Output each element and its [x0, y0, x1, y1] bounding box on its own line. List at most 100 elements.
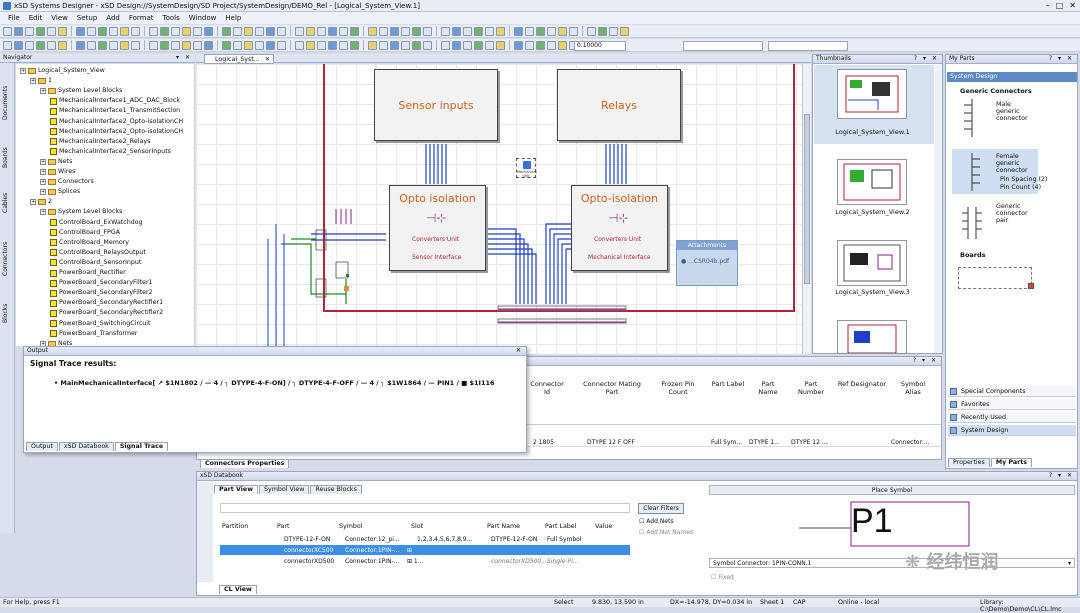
schematic-canvas[interactable]: Sensor inputs Relays Opto isolation ⊣⊹ C…: [196, 64, 802, 354]
tree-item[interactable]: PowerBoard_SecondaryRectifier2: [50, 308, 163, 318]
toolbar-button-icon[interactable]: [558, 26, 567, 36]
maximize-icon[interactable]: □: [1056, 1, 1064, 10]
thumbnail-3[interactable]: [837, 240, 907, 286]
expand-icon[interactable]: +: [30, 199, 36, 206]
tree-item[interactable]: +2: [30, 197, 52, 207]
tree-item[interactable]: + Nets: [40, 339, 72, 346]
tab-xsd-databook[interactable]: xSD Databook: [58, 442, 114, 451]
toolbar-button-icon[interactable]: [547, 26, 556, 36]
toolbar-button-icon[interactable]: [109, 40, 118, 50]
toolbar-button-icon[interactable]: [558, 40, 567, 50]
toolbar-button-icon[interactable]: [401, 26, 410, 36]
col-connector-mating-part[interactable]: Connector Mating Part: [577, 380, 647, 396]
toolbar-button-icon[interactable]: [463, 26, 472, 36]
thumbnail-1[interactable]: [837, 69, 907, 119]
toolbar-button-icon[interactable]: [339, 26, 348, 36]
menu-setup[interactable]: Setup: [77, 14, 97, 22]
databook-row-2-selected[interactable]: [220, 545, 630, 555]
thumbnail-3-label[interactable]: Logical_System_View.3: [808, 288, 937, 296]
menu-help[interactable]: Help: [225, 14, 241, 22]
signal-trace-text[interactable]: MainMechanicalInterface[ ↗ $1N1802 / — 4…: [60, 379, 494, 387]
toolbar-button-icon[interactable]: [547, 40, 556, 50]
toolbar-button-icon[interactable]: [368, 26, 377, 36]
toolbar-button-icon[interactable]: [76, 40, 85, 50]
toolbar-button-icon[interactable]: [328, 40, 337, 50]
tree-item[interactable]: ControlBoard_RelaysOutput: [50, 248, 146, 258]
place-symbol-button[interactable]: Place Symbol: [709, 485, 1075, 495]
expand-icon[interactable]: +: [40, 158, 46, 165]
tree-item[interactable]: MechanicalInterface1_TransmitSection: [50, 106, 180, 116]
tab-output[interactable]: Output: [26, 442, 58, 451]
font-select[interactable]: [683, 41, 763, 51]
tab-cl-view[interactable]: CL View: [219, 585, 257, 594]
toolbar-button-icon[interactable]: [87, 40, 96, 50]
tree-item[interactable]: ControlBoard_FPGA: [50, 228, 120, 238]
block-opto-isolation-1[interactable]: Opto isolation ⊣⊹ Converters Unit Sensor…: [389, 185, 486, 271]
toolbar-button-icon[interactable]: [36, 40, 45, 50]
mechanical-unit-symbol[interactable]: Mechanical Unit: [516, 158, 537, 178]
minimize-icon[interactable]: –: [1046, 1, 1050, 10]
col-db-part-name[interactable]: Part Name: [487, 523, 520, 530]
board-part-preview[interactable]: [958, 267, 1034, 289]
toolbar-button-icon[interactable]: [620, 26, 629, 36]
cell-symbol-alias[interactable]: Connector:...: [891, 439, 930, 446]
col-slot[interactable]: Slot: [411, 523, 423, 530]
toolbar-button-icon[interactable]: [171, 26, 180, 36]
tab-logical-system[interactable]: Logical_Syst... ✕: [204, 54, 274, 64]
toolbar-button-icon[interactable]: [423, 26, 432, 36]
thumbnail-2-label[interactable]: Logical_System_View.2: [808, 208, 937, 216]
part-connector-pair[interactable]: Generic connector pair: [996, 203, 1036, 224]
cell-part-label[interactable]: Full Sym...: [711, 439, 742, 446]
toolbar-button-icon[interactable]: [233, 26, 242, 36]
toolbar-button-icon[interactable]: [233, 40, 242, 50]
output-close-icon[interactable]: ✕: [516, 347, 523, 355]
tree-item[interactable]: ControlBoard_SensorInput: [50, 258, 141, 268]
toolbar-button-icon[interactable]: [390, 26, 399, 36]
toolbar-button-icon[interactable]: [485, 40, 494, 50]
menu-file[interactable]: File: [8, 14, 20, 22]
tree-item[interactable]: PowerBoard_SecondaryFilter2: [50, 288, 153, 298]
thumbnail-2[interactable]: [837, 159, 907, 205]
tree-item[interactable]: PowerBoard_SecondaryRectifier1: [50, 298, 163, 308]
group-generic-connectors[interactable]: Generic Connectors: [960, 87, 1032, 95]
tree-item[interactable]: + Wires: [40, 167, 75, 177]
tree-item[interactable]: ControlBoard_Memory: [50, 238, 129, 248]
tab-properties[interactable]: Properties: [948, 458, 990, 467]
toolbar-button-icon[interactable]: [525, 40, 534, 50]
toolbar-button-icon[interactable]: [25, 40, 34, 50]
toolbar-button-icon[interactable]: [390, 40, 399, 50]
toolbar-button-icon[interactable]: [306, 40, 315, 50]
col-part-name[interactable]: Part Name: [751, 380, 785, 396]
toolbar-button-icon[interactable]: [222, 40, 231, 50]
toolbar-button-icon[interactable]: [339, 40, 348, 50]
toolbar-button-icon[interactable]: [379, 26, 388, 36]
toolbar-button-icon[interactable]: [131, 40, 140, 50]
toolbar-button-icon[interactable]: [412, 40, 421, 50]
tree-item[interactable]: + System Level Blocks: [40, 207, 122, 217]
toolbar-button-icon[interactable]: [350, 26, 359, 36]
toolbar-button-icon[interactable]: [58, 26, 67, 36]
toolbar-button-icon[interactable]: [244, 26, 253, 36]
close-tab-icon[interactable]: ✕: [265, 55, 270, 64]
toolbar-button-icon[interactable]: [98, 26, 107, 36]
col-partition[interactable]: Partition: [222, 523, 248, 530]
menu-window[interactable]: Window: [189, 14, 217, 22]
toolbar-button-icon[interactable]: [255, 26, 264, 36]
toolbar-button-icon[interactable]: [401, 40, 410, 50]
toolbar-button-icon[interactable]: [514, 26, 523, 36]
tab-connectors-properties[interactable]: Connectors Properties: [200, 459, 290, 468]
clear-filters-button[interactable]: Clear Filters: [638, 503, 684, 514]
expand-icon[interactable]: +: [40, 189, 46, 196]
block-opto-isolation-2[interactable]: Opto-isolation ⊣⊹ Converters Unit Mechan…: [571, 185, 668, 271]
part-male-generic[interactable]: Male generic connector: [996, 101, 1036, 122]
tab-symbol-view[interactable]: Symbol View: [259, 485, 310, 494]
col-frozen-pin-count[interactable]: Frozen Pin Count: [653, 380, 703, 396]
toolbar-button-icon[interactable]: [266, 40, 275, 50]
toolbar-button-icon[interactable]: [463, 40, 472, 50]
expand-icon[interactable]: +: [40, 169, 46, 176]
tree-item[interactable]: MechanicalInterface1_ADC_DAC_Block: [50, 96, 180, 106]
toolbar-button-icon[interactable]: [120, 40, 129, 50]
toolbar-button-icon[interactable]: [120, 26, 129, 36]
zoom-input[interactable]: 0.10000: [574, 41, 626, 51]
toolbar-button-icon[interactable]: [149, 40, 158, 50]
